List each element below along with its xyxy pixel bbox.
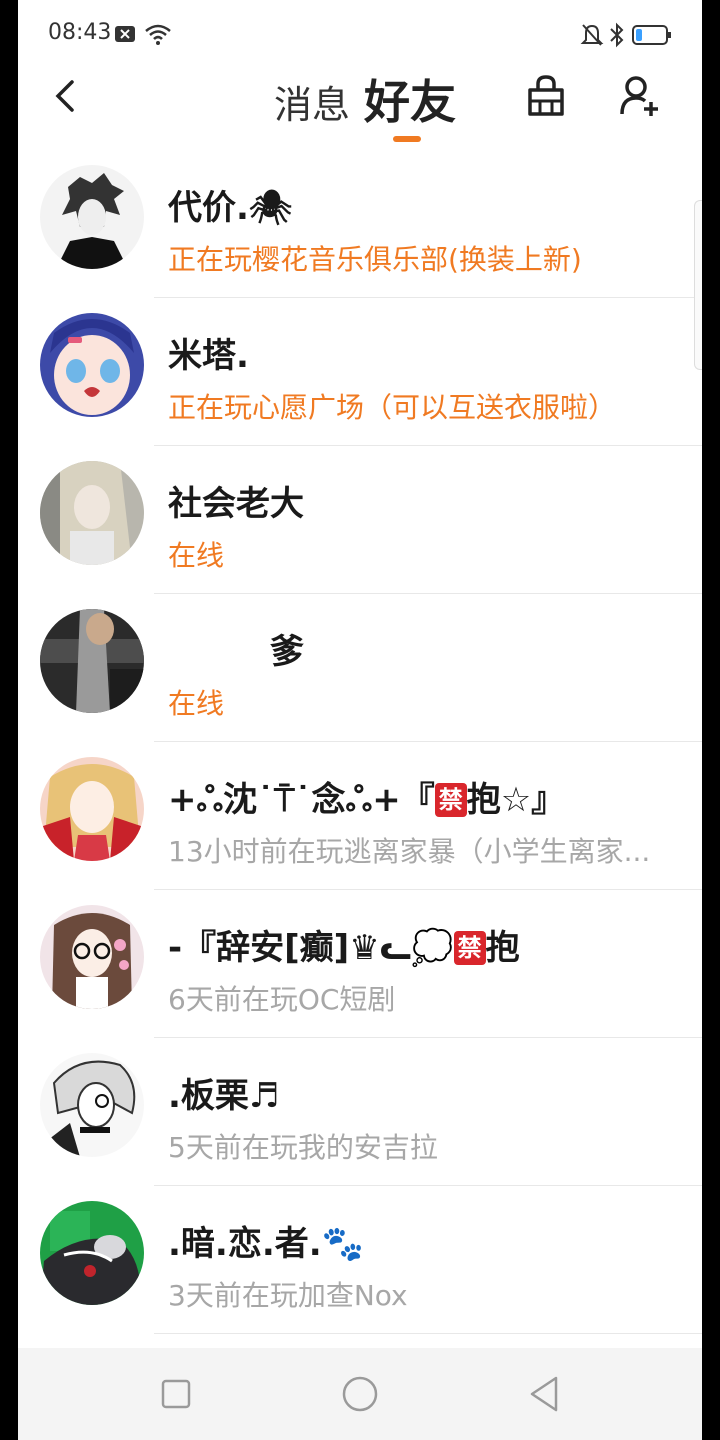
- friends-screen: 08:43 消息 好友 代价.🕷 正在玩樱花音乐俱乐部(换装上新) 米塔. 正在…: [18, 0, 702, 1440]
- divider: [154, 1333, 702, 1334]
- friend-row[interactable]: .板栗♬ 5天前在玩我的安吉拉: [18, 1038, 702, 1186]
- avatar[interactable]: [40, 1201, 144, 1305]
- battery-icon: [632, 24, 672, 50]
- back-triangle-icon: [530, 1376, 558, 1412]
- status-time: 08:43: [48, 20, 112, 45]
- friend-status: 在线: [168, 539, 225, 572]
- bell-muted-icon: [580, 22, 604, 52]
- nav-back-button[interactable]: [524, 1374, 564, 1414]
- friend-list: 代价.🕷 正在玩樱花音乐俱乐部(换装上新) 米塔. 正在玩心愿广场（可以互送衣服…: [18, 150, 702, 1334]
- avatar[interactable]: [40, 313, 144, 417]
- recent-apps-icon: [161, 1379, 191, 1409]
- navigation-bar: [18, 1348, 702, 1440]
- friend-name: +ஃ沈˙⍑˙念ஃ+『禁抱☆』: [168, 772, 565, 824]
- friend-status: 13小时前在玩逃离家暴（小学生离家...: [168, 835, 651, 868]
- forbid-badge: 禁: [453, 931, 486, 965]
- scroll-indicator[interactable]: [694, 200, 702, 370]
- friend-name: 米塔.: [168, 336, 249, 376]
- avatar[interactable]: [40, 1053, 144, 1157]
- notification-x-icon: [114, 25, 136, 47]
- name-prefix: +ஃ沈˙⍑˙念ஃ+『: [168, 780, 435, 820]
- home-button[interactable]: [340, 1374, 380, 1414]
- recent-apps-button[interactable]: [156, 1374, 196, 1414]
- bag-button[interactable]: [524, 74, 568, 118]
- friend-status: 在线: [168, 687, 225, 720]
- friend-status: 3天前在玩加查Nox: [168, 1279, 408, 1312]
- friend-row[interactable]: 爹 在线: [18, 594, 702, 742]
- friend-row[interactable]: .暗.恋.者.🐾 3天前在玩加查Nox: [18, 1186, 702, 1334]
- back-button[interactable]: [46, 76, 86, 116]
- chevron-left-icon: [55, 80, 74, 112]
- forbid-badge: 禁: [434, 783, 467, 817]
- bluetooth-icon: [608, 22, 626, 52]
- friend-status: 5天前在玩我的安吉拉: [168, 1131, 438, 1164]
- status-bar: 08:43: [18, 0, 702, 70]
- friend-status: 正在玩心愿广场（可以互送衣服啦）: [168, 391, 617, 424]
- avatar[interactable]: [40, 165, 144, 269]
- avatar[interactable]: [40, 461, 144, 565]
- avatar[interactable]: [40, 609, 144, 713]
- bag-icon: [528, 75, 564, 116]
- header: 消息 好友: [18, 70, 702, 150]
- friend-row[interactable]: -『辞安[癫]♛ᓚ💭 禁抱 6天前在玩OC短剧: [18, 890, 702, 1038]
- friend-name: .板栗♬: [168, 1076, 280, 1116]
- friend-name: 爹: [168, 632, 304, 672]
- friend-row[interactable]: +ஃ沈˙⍑˙念ஃ+『禁抱☆』 13小时前在玩逃离家暴（小学生离家...: [18, 742, 702, 890]
- friend-row[interactable]: 代价.🕷 正在玩樱花音乐俱乐部(换装上新): [18, 150, 702, 298]
- avatar[interactable]: [40, 757, 144, 861]
- friend-name: 代价.🕷: [168, 188, 293, 228]
- name-prefix: -『辞安[癫]♛ᓚ💭: [168, 928, 454, 968]
- friend-name: .暗.恋.者.🐾: [168, 1224, 364, 1264]
- friend-status: 正在玩樱花音乐俱乐部(换装上新): [168, 243, 582, 276]
- add-user-icon: [620, 76, 658, 116]
- friend-name: 社会老大: [168, 484, 304, 524]
- friend-row[interactable]: 米塔. 正在玩心愿广场（可以互送衣服啦）: [18, 298, 702, 446]
- name-suffix: 抱☆』: [466, 780, 566, 820]
- wifi-icon: [144, 22, 172, 50]
- home-icon: [342, 1376, 378, 1412]
- tab-indicator: [393, 136, 421, 142]
- add-friend-button[interactable]: [618, 74, 662, 118]
- avatar[interactable]: [40, 905, 144, 1009]
- tab-messages[interactable]: 消息: [274, 74, 350, 129]
- tab-friends[interactable]: 好友: [364, 66, 456, 132]
- name-suffix: 抱: [485, 928, 520, 968]
- friend-name: -『辞安[癫]♛ᓚ💭 禁抱: [168, 920, 520, 969]
- friend-status: 6天前在玩OC短剧: [168, 983, 396, 1016]
- friend-row[interactable]: 社会老大 在线: [18, 446, 702, 594]
